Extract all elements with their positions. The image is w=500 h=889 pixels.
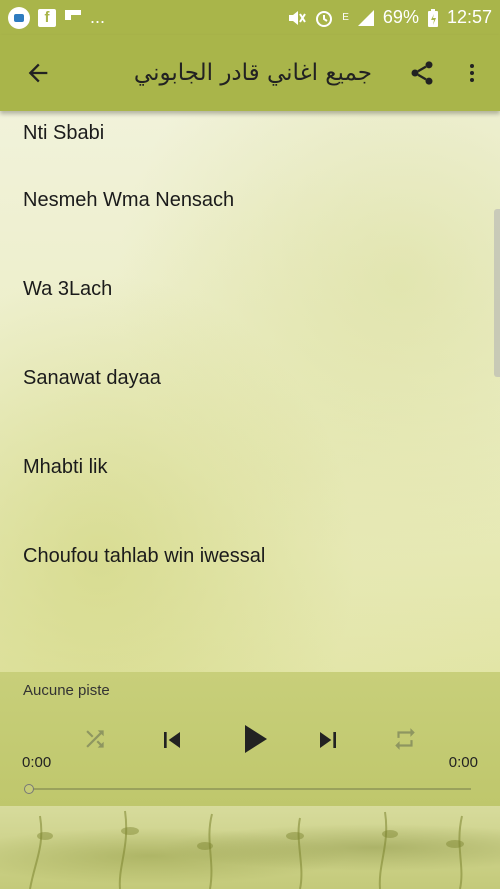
- repeat-icon: [395, 728, 415, 750]
- app-notification-icon: [8, 6, 30, 29]
- elapsed-time: 0:00: [22, 754, 52, 771]
- overflow-menu-button[interactable]: [444, 45, 500, 101]
- alarm-icon: [314, 8, 334, 28]
- network-e-icon: E: [342, 12, 349, 23]
- status-bar: f ... E 69% 12:57: [0, 0, 500, 35]
- more-notifications: ...: [90, 7, 106, 27]
- song-item[interactable]: Nesmeh Wma Nensach: [0, 156, 500, 245]
- back-arrow-icon: [28, 63, 48, 83]
- background-decoration: [0, 806, 500, 889]
- next-button[interactable]: [308, 720, 348, 760]
- song-item[interactable]: Wa 3Lach: [0, 245, 500, 334]
- facebook-icon: f: [38, 8, 56, 27]
- song-item[interactable]: Mhabti lik: [0, 423, 500, 512]
- play-button[interactable]: [226, 712, 280, 766]
- clock: 12:57: [446, 7, 492, 27]
- previous-button[interactable]: [152, 720, 192, 760]
- shuffle-button[interactable]: [78, 722, 112, 756]
- song-item[interactable]: Choufou tahlab win iwessal: [0, 512, 500, 601]
- page-title: جميع اغاني قادر الجابوني: [133, 60, 372, 86]
- scrollbar[interactable]: [494, 209, 500, 377]
- shuffle-icon: [86, 730, 104, 748]
- seek-bar[interactable]: [29, 788, 471, 790]
- share-button[interactable]: [400, 45, 444, 101]
- more-vert-icon: [470, 64, 474, 82]
- song-item[interactable]: Nti Sbabi: [0, 111, 500, 156]
- track-name: Aucune piste: [23, 682, 110, 699]
- music-player: Aucune piste 0:00 0:00: [0, 672, 500, 806]
- skip-next-icon: [320, 732, 336, 748]
- song-item[interactable]: Sanawat dayaa: [0, 334, 500, 423]
- song-list: Nti Sbabi Nesmeh Wma Nensach Wa 3Lach Sa…: [0, 111, 500, 672]
- skip-previous-icon: [164, 732, 180, 748]
- app-toolbar: جميع اغاني قادر الجابوني: [0, 35, 500, 111]
- total-duration: 0:00: [448, 754, 478, 771]
- seek-thumb[interactable]: [24, 784, 34, 794]
- battery-icon: [427, 8, 439, 28]
- mute-icon: [286, 8, 307, 28]
- plant-silhouette-decoration: [29, 810, 464, 889]
- flipboard-icon: [64, 9, 82, 27]
- share-icon: [411, 61, 433, 85]
- signal-icon: [357, 9, 375, 27]
- battery-percent: 69%: [382, 7, 419, 27]
- play-icon: [245, 725, 267, 753]
- repeat-button[interactable]: [388, 722, 422, 756]
- back-button[interactable]: [10, 45, 66, 101]
